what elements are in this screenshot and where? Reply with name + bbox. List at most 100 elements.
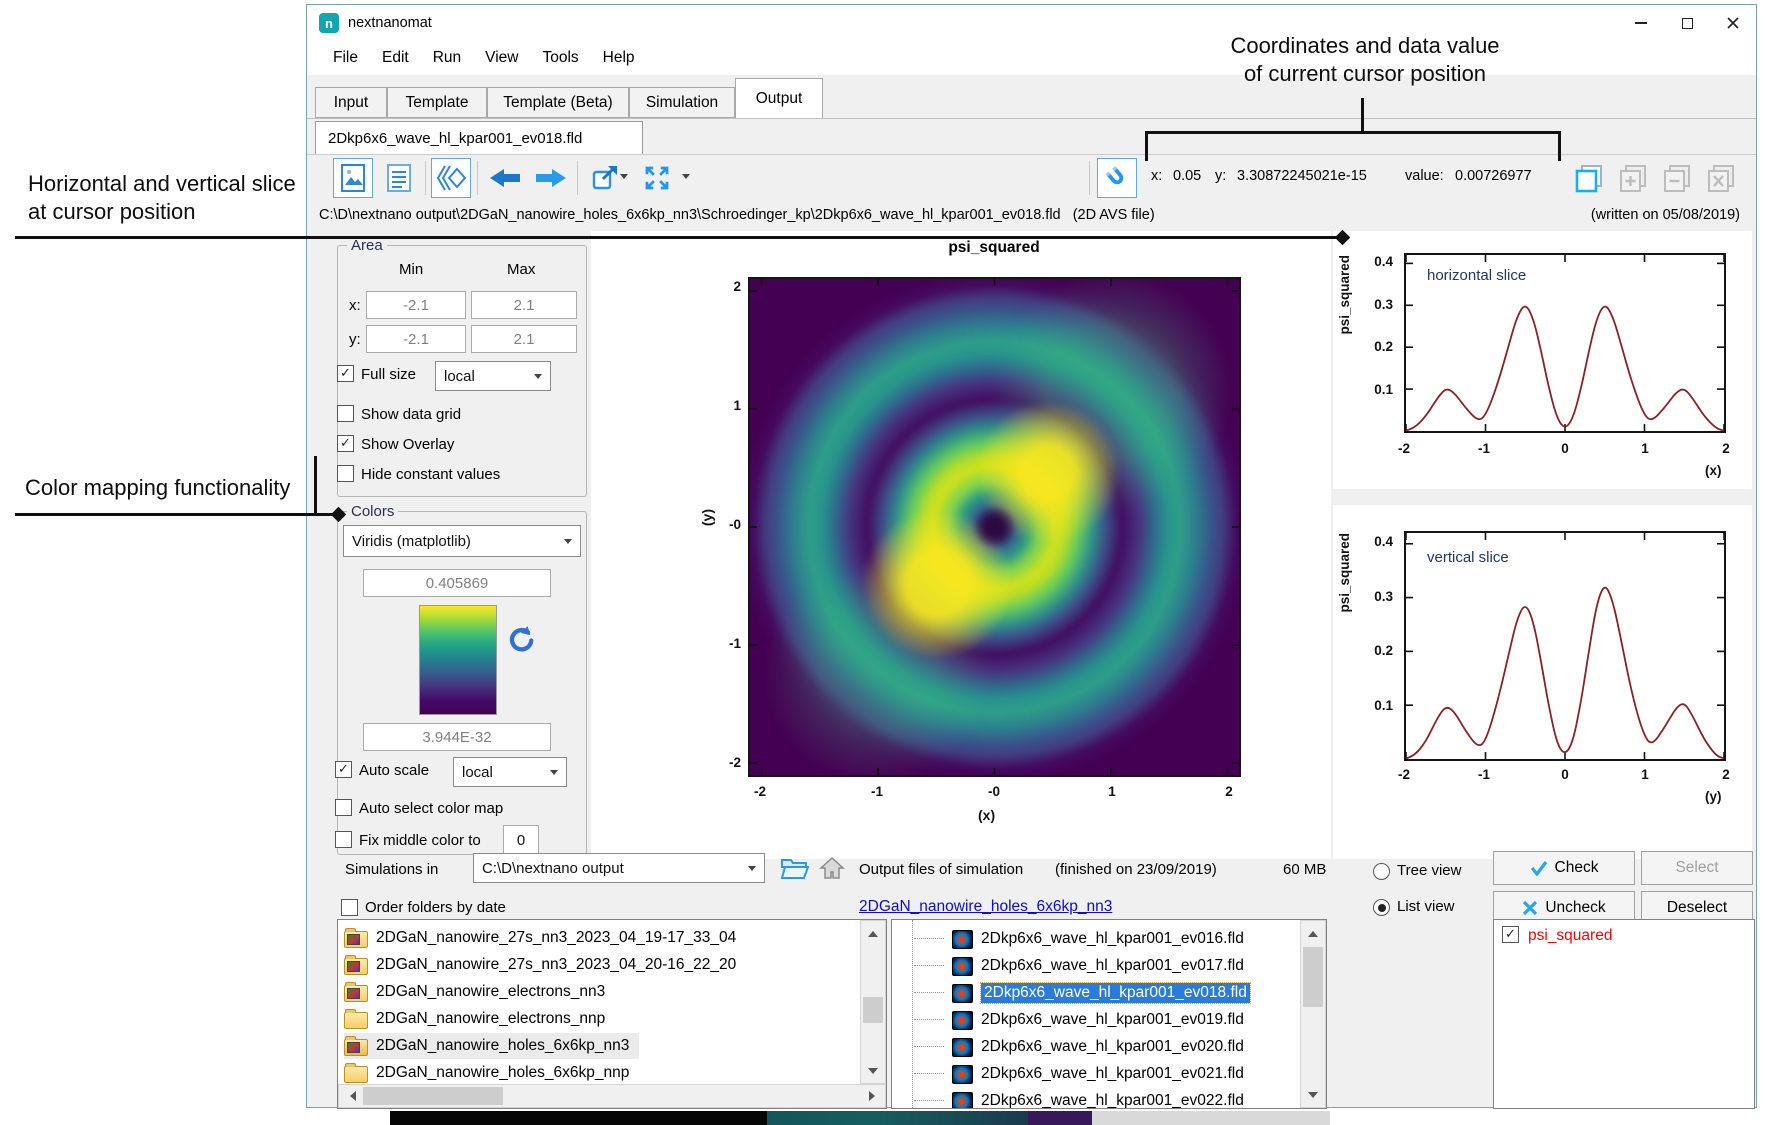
add-view-button[interactable] bbox=[1613, 158, 1653, 198]
simulation-link[interactable]: 2DGaN_nanowire_holes_6x6kp_nn3 bbox=[859, 898, 1112, 916]
vslice-x-axis-label: (y) bbox=[1705, 789, 1722, 804]
fullscreen-button[interactable] bbox=[637, 158, 677, 198]
file-tab[interactable]: 2Dkp6x6_wave_hl_kpar001_ev018.fld bbox=[315, 121, 643, 154]
file-row[interactable]: 2Dkp6x6_wave_hl_kpar001_ev021.fld bbox=[914, 1061, 1244, 1087]
file-row-selected[interactable]: 2Dkp6x6_wave_hl_kpar001_ev018.fld bbox=[914, 980, 1250, 1006]
menu-tools[interactable]: Tools bbox=[530, 49, 590, 67]
vslice-x-tick: -2 bbox=[1389, 767, 1419, 782]
export-dropdown[interactable] bbox=[617, 158, 631, 198]
menu-view[interactable]: View bbox=[473, 49, 530, 67]
overlay-layers-button[interactable] bbox=[431, 158, 471, 198]
show-text-button[interactable] bbox=[379, 158, 419, 198]
folder-row-selected[interactable]: 2DGaN_nanowire_holes_6x6kp_nn3 bbox=[344, 1033, 639, 1059]
simulations-path-select[interactable]: C:\D\nextnano output bbox=[473, 853, 765, 883]
full-size-mode-select[interactable]: local bbox=[435, 361, 551, 391]
tab-simulation[interactable]: Simulation bbox=[629, 87, 735, 118]
auto-scale-mode-select[interactable]: local bbox=[453, 757, 567, 787]
show-data-grid-checkbox[interactable] bbox=[337, 405, 354, 422]
file-row[interactable]: 2Dkp6x6_wave_hl_kpar001_ev017.fld bbox=[914, 953, 1244, 979]
psi-squared-heatmap[interactable] bbox=[748, 277, 1241, 777]
folder-row[interactable]: 2DGaN_nanowire_27s_nn3_2023_04_19-17_33_… bbox=[344, 925, 736, 951]
order-by-date-label: Order folders by date bbox=[365, 899, 506, 916]
coords-annotation-bracket-left bbox=[1145, 131, 1148, 161]
folder-list-hscrollbar[interactable] bbox=[338, 1084, 886, 1108]
dataset-list[interactable]: psi_squared bbox=[1493, 919, 1755, 1109]
file-row[interactable]: 2Dkp6x6_wave_hl_kpar001_ev016.fld bbox=[914, 926, 1244, 952]
auto-scale-checkbox[interactable] bbox=[335, 761, 352, 778]
fix-middle-color-value[interactable]: 0 bbox=[503, 825, 539, 855]
full-size-checkbox[interactable] bbox=[337, 365, 354, 382]
rotate-colormap-button[interactable] bbox=[505, 625, 535, 660]
menu-help[interactable]: Help bbox=[591, 49, 647, 67]
size-label: 60 MB bbox=[1283, 861, 1326, 878]
y-min-field[interactable]: -2.1 bbox=[366, 325, 466, 353]
scroll-thumb[interactable] bbox=[863, 997, 883, 1023]
background-strip bbox=[390, 1111, 767, 1125]
scroll-up-arrow[interactable] bbox=[1301, 921, 1325, 941]
folder-row[interactable]: 2DGaN_nanowire_holes_6x6kp_nnp bbox=[344, 1060, 629, 1086]
home-button[interactable] bbox=[819, 856, 845, 885]
folder-list[interactable]: 2DGaN_nanowire_27s_nn3_2023_04_19-17_33_… bbox=[337, 919, 887, 1109]
dataset-checkbox[interactable] bbox=[1502, 926, 1519, 943]
tab-output[interactable]: Output bbox=[735, 78, 823, 118]
menu-file[interactable]: File bbox=[321, 49, 370, 67]
file-row[interactable]: 2Dkp6x6_wave_hl_kpar001_ev019.fld bbox=[914, 1007, 1244, 1033]
maximize-button[interactable] bbox=[1664, 5, 1710, 41]
next-file-button[interactable] bbox=[531, 158, 571, 198]
scroll-right-arrow[interactable] bbox=[863, 1085, 885, 1107]
auto-select-colormap-label: Auto select color map bbox=[359, 800, 503, 817]
show-overlay-checkbox[interactable] bbox=[337, 435, 354, 452]
scroll-thumb[interactable] bbox=[1303, 947, 1323, 1007]
tab-template-beta[interactable]: Template (Beta) bbox=[487, 87, 629, 118]
show-image-button[interactable] bbox=[333, 158, 373, 198]
file-row[interactable]: 2Dkp6x6_wave_hl_kpar001_ev022.fld bbox=[914, 1088, 1244, 1109]
new-view-button[interactable] bbox=[1569, 158, 1609, 198]
snap-cursor-button[interactable] bbox=[1097, 158, 1137, 198]
menu-edit[interactable]: Edit bbox=[370, 49, 421, 67]
previous-file-button[interactable] bbox=[485, 158, 525, 198]
file-row[interactable]: 2Dkp6x6_wave_hl_kpar001_ev020.fld bbox=[914, 1034, 1244, 1060]
menu-run[interactable]: Run bbox=[421, 49, 473, 67]
color-min-field[interactable]: 3.944E-32 bbox=[363, 723, 551, 751]
folder-list-vscrollbar[interactable] bbox=[860, 920, 886, 1084]
browse-folder-button[interactable] bbox=[779, 855, 809, 886]
home-icon bbox=[819, 856, 845, 880]
scroll-down-arrow[interactable] bbox=[861, 1063, 885, 1083]
scroll-thumb[interactable] bbox=[363, 1087, 503, 1105]
select-button[interactable]: Select bbox=[1641, 851, 1753, 885]
y-max-field[interactable]: 2.1 bbox=[471, 325, 577, 353]
folder-row[interactable]: 2DGaN_nanowire_electrons_nn3 bbox=[344, 979, 605, 1005]
hslice-y-tick: 0.2 bbox=[1361, 339, 1393, 354]
tree-connector bbox=[914, 938, 944, 940]
hide-constant-checkbox[interactable] bbox=[337, 465, 354, 482]
check-button[interactable]: Check bbox=[1493, 851, 1635, 885]
colormap-select[interactable]: Viridis (matplotlib) bbox=[343, 525, 581, 557]
folder-row[interactable]: 2DGaN_nanowire_27s_nn3_2023_04_20-16_22_… bbox=[344, 952, 736, 978]
vslice-y-axis-label: psi_squared bbox=[1337, 533, 1352, 613]
tree-view-radio[interactable] bbox=[1373, 863, 1390, 880]
x-max-field[interactable]: 2.1 bbox=[471, 291, 577, 319]
fix-middle-color-checkbox[interactable] bbox=[335, 831, 352, 848]
tab-input[interactable]: Input bbox=[315, 87, 387, 118]
close-icon bbox=[1727, 17, 1739, 29]
scroll-up-arrow[interactable] bbox=[861, 921, 885, 941]
auto-select-colormap-checkbox[interactable] bbox=[335, 799, 352, 816]
minimize-button[interactable] bbox=[1618, 5, 1664, 41]
close-view-button[interactable] bbox=[1701, 158, 1741, 198]
list-view-radio[interactable] bbox=[1373, 899, 1390, 916]
scroll-left-arrow[interactable] bbox=[339, 1085, 361, 1107]
close-button[interactable] bbox=[1710, 5, 1756, 41]
scroll-down-arrow[interactable] bbox=[1301, 1087, 1325, 1107]
dataset-label[interactable]: psi_squared bbox=[1528, 927, 1612, 945]
tab-template[interactable]: Template bbox=[387, 87, 487, 118]
folder-row[interactable]: 2DGaN_nanowire_electrons_nnp bbox=[344, 1006, 605, 1032]
colorbar bbox=[419, 605, 497, 715]
area-group-label: Area bbox=[347, 237, 387, 254]
file-list-vscrollbar[interactable] bbox=[1300, 920, 1326, 1108]
file-list[interactable]: 2Dkp6x6_wave_hl_kpar001_ev016.fld 2Dkp6x… bbox=[891, 919, 1327, 1109]
color-max-field[interactable]: 0.405869 bbox=[363, 569, 551, 597]
remove-view-button[interactable] bbox=[1657, 158, 1697, 198]
order-by-date-checkbox[interactable] bbox=[341, 899, 358, 916]
x-min-field[interactable]: -2.1 bbox=[366, 291, 466, 319]
fullscreen-dropdown[interactable] bbox=[679, 158, 693, 198]
